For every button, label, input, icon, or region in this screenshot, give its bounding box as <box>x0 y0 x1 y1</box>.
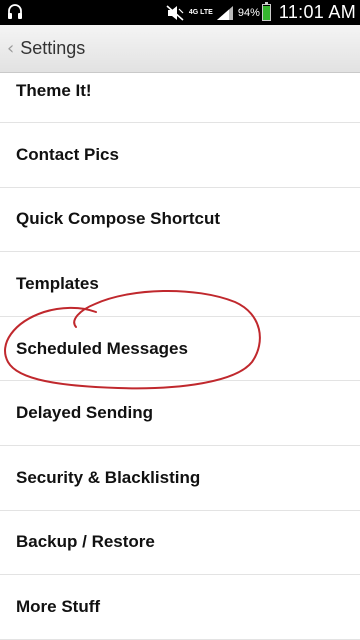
settings-item-label: Contact Pics <box>16 144 119 164</box>
page-title[interactable]: Settings <box>20 38 85 59</box>
network-type: 4G LTE <box>188 9 213 16</box>
signal-icon <box>216 5 233 20</box>
settings-item-label: Templates <box>16 273 99 293</box>
settings-item-scheduled-messages[interactable]: Scheduled Messages <box>0 317 360 382</box>
settings-item-label: Backup / Restore <box>16 532 155 552</box>
settings-item-more-stuff[interactable]: More Stuff <box>0 575 360 640</box>
chevron-left-icon[interactable]: ‹ <box>7 38 14 59</box>
action-bar: ‹ Settings <box>0 25 360 73</box>
settings-item-label: Theme It! <box>16 81 92 100</box>
settings-item-templates[interactable]: Templates <box>0 252 360 317</box>
settings-list: Theme It! Contact Pics Quick Compose Sho… <box>0 73 360 640</box>
mute-icon <box>166 4 184 21</box>
clock: 11:01 AM <box>278 2 356 22</box>
battery-percent: 94% <box>237 6 260 19</box>
settings-item-contact-pics[interactable]: Contact Pics <box>0 123 360 188</box>
settings-item-security-blacklisting[interactable]: Security & Blacklisting <box>0 446 360 511</box>
status-bar: 4G LTE 94% 11:01 AM <box>0 0 360 25</box>
settings-item-theme-it[interactable]: Theme It! <box>0 73 360 123</box>
settings-item-backup-restore[interactable]: Backup / Restore <box>0 511 360 576</box>
settings-item-label: Quick Compose Shortcut <box>16 209 221 229</box>
settings-item-delayed-sending[interactable]: Delayed Sending <box>0 381 360 446</box>
battery-level-fill <box>262 5 270 20</box>
settings-item-label: Delayed Sending <box>16 403 153 423</box>
settings-item-quick-compose-shortcut[interactable]: Quick Compose Shortcut <box>0 188 360 253</box>
settings-item-label: Security & Blacklisting <box>16 467 201 487</box>
battery-icon <box>261 2 271 21</box>
settings-item-label: Scheduled Messages <box>16 338 188 358</box>
settings-item-label: More Stuff <box>16 596 101 616</box>
headphones-icon <box>8 4 22 19</box>
